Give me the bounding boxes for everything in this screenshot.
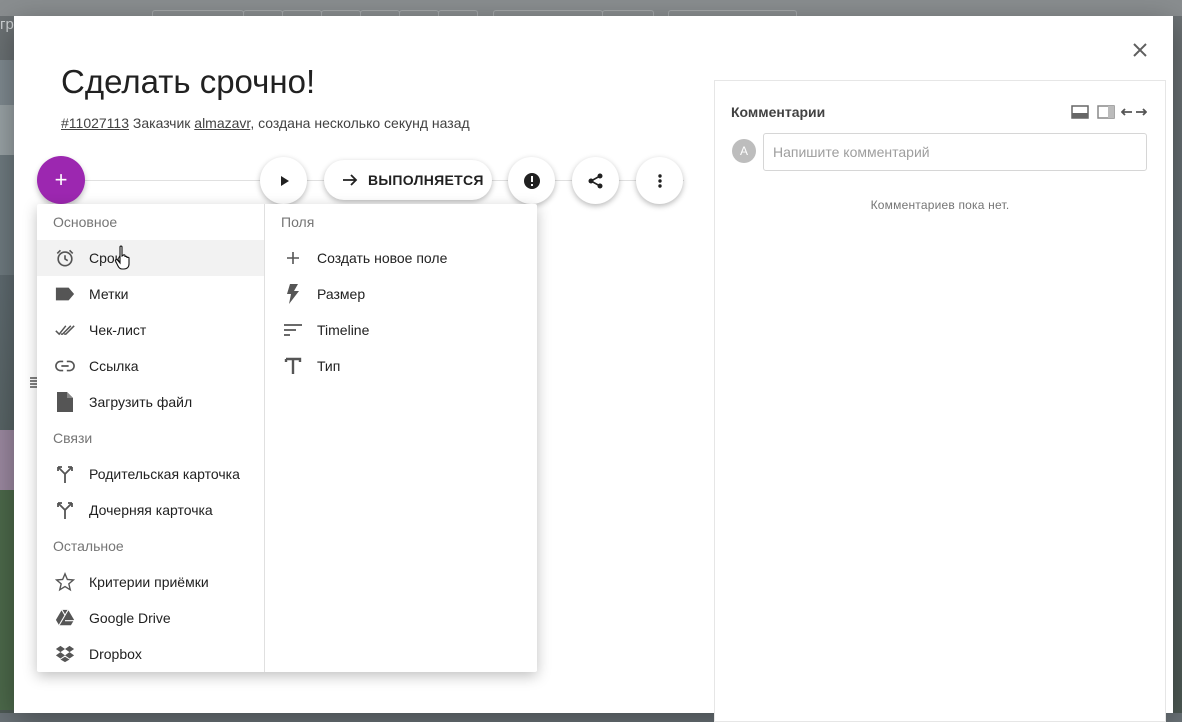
card-title[interactable]: Сделать срочно! [61, 63, 315, 101]
customer-link[interactable]: almazavr [194, 115, 250, 131]
menu-item-label: Чек-лист [89, 322, 147, 338]
menu-item-due-date[interactable]: Срок [37, 240, 264, 276]
more-vertical-icon [657, 173, 662, 188]
star-outline-icon [55, 572, 75, 592]
status-label: ВЫПОЛНЯЕТСЯ [368, 172, 484, 188]
menu-item-parent-card[interactable]: Родительская карточка [37, 456, 264, 492]
link-icon [55, 356, 75, 376]
menu-item-label: Timeline [317, 322, 370, 338]
card-meta: #11027113 Заказчик almazavr, создана нес… [61, 115, 470, 131]
menu-item-label: Критерии приёмки [89, 574, 209, 590]
menu-item-labels[interactable]: Метки [37, 276, 264, 312]
comments-empty-text: Комментариев пока нет. [870, 198, 1010, 212]
section-heading-links: Связи [53, 430, 93, 446]
menu-item-label: Родительская карточка [89, 466, 240, 482]
share-button[interactable] [572, 157, 619, 204]
menu-item-acceptance-criteria[interactable]: Критерии приёмки [37, 564, 264, 600]
alert-icon [523, 172, 540, 189]
background-label: гр [0, 16, 14, 33]
menu-item-child-card[interactable]: Дочерняя карточка [37, 492, 264, 528]
background-strip [0, 60, 14, 105]
add-menu-column-basic: Основное Срок Метки Чек-лист Ссылка Загр… [37, 204, 265, 672]
customer-label: Заказчик [132, 115, 191, 131]
menu-item-create-field[interactable]: Создать новое поле [265, 240, 537, 276]
file-icon [55, 392, 75, 412]
menu-item-label: Загрузить файл [89, 394, 193, 410]
background-strip [0, 490, 14, 710]
share-icon [588, 173, 602, 188]
menu-item-label: Тип [317, 358, 341, 374]
menu-item-google-drive[interactable]: Google Drive [37, 600, 264, 636]
avatar: A [732, 139, 756, 163]
menu-item-label: Создать новое поле [317, 250, 448, 266]
dropbox-icon [55, 644, 75, 664]
menu-item-label: Размер [317, 286, 366, 302]
menu-item-type[interactable]: Тип [265, 348, 537, 384]
status-button[interactable]: ВЫПОЛНЯЕТСЯ [324, 160, 492, 200]
background-strip [0, 155, 14, 275]
play-icon [280, 175, 289, 186]
section-heading-other: Остальное [53, 538, 124, 554]
priority-button[interactable] [508, 157, 555, 204]
comments-panel: Комментарии A Комментариев пока нет. [714, 80, 1166, 722]
created-text: , создана несколько секунд назад [250, 115, 470, 131]
add-menu: Основное Срок Метки Чек-лист Ссылка Загр… [37, 204, 537, 672]
panel-right-icon[interactable] [1097, 104, 1115, 120]
alarm-clock-icon [55, 248, 75, 268]
google-drive-icon [55, 608, 75, 628]
menu-item-label: Google Drive [89, 610, 171, 626]
menu-item-checklist[interactable]: Чек-лист [37, 312, 264, 348]
background-strip [0, 105, 14, 155]
menu-item-label: Dropbox [89, 646, 142, 662]
merge-icon [55, 464, 75, 484]
menu-item-label: Ссылка [89, 358, 139, 374]
arrow-right-icon [343, 174, 358, 186]
menu-item-dropbox[interactable]: Dropbox [37, 636, 264, 672]
background-strip [0, 430, 14, 490]
merge-icon [55, 500, 75, 520]
section-heading-fields: Поля [281, 214, 315, 230]
menu-item-timeline[interactable]: Timeline [265, 312, 537, 348]
menu-item-upload-file[interactable]: Загрузить файл [37, 384, 264, 420]
menu-item-label: Дочерняя карточка [89, 502, 213, 518]
panel-bottom-icon[interactable] [1071, 104, 1089, 120]
comment-input[interactable] [763, 133, 1147, 171]
add-menu-column-fields: Поля Создать новое поле Размер Timeline … [265, 204, 537, 672]
plus-icon [283, 248, 303, 268]
comments-title: Комментарии [731, 104, 826, 120]
menu-item-size[interactable]: Размер [265, 276, 537, 312]
close-icon [1133, 43, 1147, 57]
text-type-icon [283, 356, 303, 376]
double-check-icon [55, 320, 75, 340]
close-button[interactable] [1126, 36, 1154, 64]
card-id-link[interactable]: #11027113 [61, 115, 129, 131]
add-button[interactable]: + [37, 156, 85, 204]
menu-item-label: Метки [89, 286, 129, 302]
play-button[interactable] [260, 157, 307, 204]
label-tag-icon [55, 284, 75, 304]
menu-item-link[interactable]: Ссылка [37, 348, 264, 384]
more-button[interactable] [636, 157, 683, 204]
expand-horizontal-icon[interactable] [1121, 104, 1147, 120]
lightning-icon [283, 284, 303, 304]
hand-cursor-icon [114, 245, 130, 270]
section-heading-basic: Основное [53, 214, 118, 230]
sort-lines-icon [283, 320, 303, 340]
